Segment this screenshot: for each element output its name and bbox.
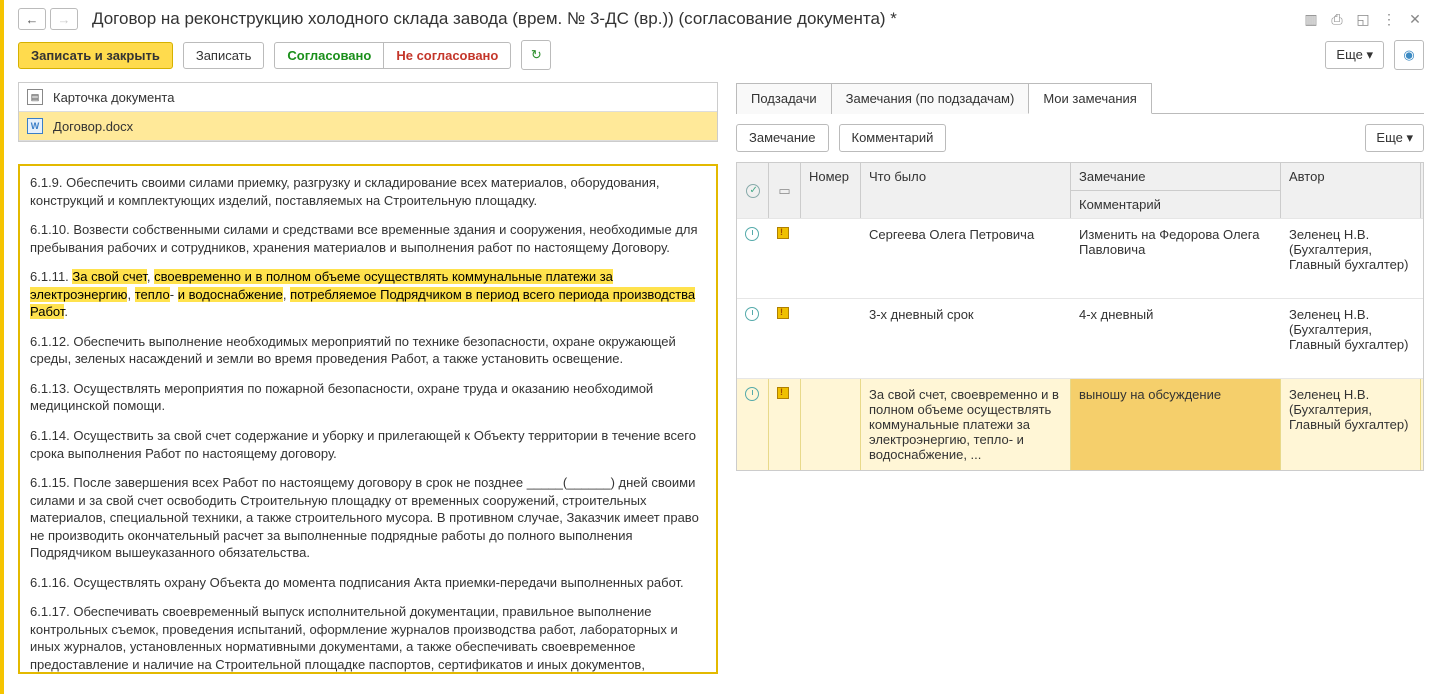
print-icon[interactable]: ⎙	[1328, 10, 1346, 28]
doc-para: 6.1.11. За свой счет, своевременно и в п…	[30, 268, 706, 321]
clock-icon	[745, 387, 759, 401]
flag-icon	[777, 387, 789, 399]
remark-button[interactable]: Замечание	[736, 124, 829, 152]
save-button[interactable]: Записать	[183, 42, 265, 69]
doc-para: 6.1.17. Обеспечивать своевременный выпус…	[30, 603, 706, 674]
col-what[interactable]: Что было	[861, 163, 1071, 218]
cell-what: Сергеева Олега Петровича	[861, 219, 1071, 298]
file-row-card[interactable]: ▤ Карточка документа	[19, 83, 717, 112]
clock-icon	[745, 307, 759, 321]
doc-para: 6.1.15. После завершения всех Работ по н…	[30, 474, 706, 562]
col-flag-icon[interactable]: ▭	[769, 163, 801, 218]
back-button[interactable]: ←	[18, 8, 46, 30]
doc-para: 6.1.13. Осуществлять мероприятия по пожа…	[30, 380, 706, 415]
flag-icon	[777, 307, 789, 319]
doc-para: 6.1.12. Обеспечить выполнение необходимы…	[30, 333, 706, 368]
remarks-grid: ✓ ▭ Номер Что было Замечание Комментарий…	[736, 162, 1424, 471]
table-row[interactable]: Сергеева Олега Петровича Изменить на Фед…	[737, 218, 1423, 298]
flag-icon	[777, 227, 789, 239]
file-row-doc[interactable]: W Договор.docx	[19, 112, 717, 141]
document-view[interactable]: 6.1.9. Обеспечить своими силами приемку,…	[18, 164, 718, 674]
col-comment[interactable]: Комментарий	[1071, 190, 1281, 218]
col-number[interactable]: Номер	[801, 163, 861, 218]
page-title: Договор на реконструкцию холодного склад…	[92, 9, 1302, 29]
file-label: Договор.docx	[53, 119, 133, 134]
cell-remark: 4-х дневный	[1071, 299, 1281, 378]
clock-icon	[745, 227, 759, 241]
cell-what: За свой счет, своевременно и в полном об…	[861, 379, 1071, 470]
cell-author: Зеленец Н.В. (Бухгалтерия, Главный бухга…	[1281, 379, 1421, 470]
tab-my-remarks[interactable]: Мои замечания	[1028, 83, 1152, 114]
more-icon[interactable]: ⋮	[1380, 10, 1398, 28]
refresh-button[interactable]: ↻	[521, 40, 551, 70]
col-check-icon[interactable]: ✓	[737, 163, 769, 218]
approved-button[interactable]: Согласовано	[274, 42, 384, 69]
close-icon[interactable]: ✕	[1406, 10, 1424, 28]
doc-para: 6.1.10. Возвести собственными силами и с…	[30, 221, 706, 256]
help-button[interactable]: ◉	[1394, 40, 1424, 70]
doc-para: 6.1.14. Осуществить за свой счет содержа…	[30, 427, 706, 462]
save-icon[interactable]: ▥	[1302, 10, 1320, 28]
preview-icon[interactable]: ◱	[1354, 10, 1372, 28]
save-close-button[interactable]: Записать и закрыть	[18, 42, 173, 69]
comment-button[interactable]: Комментарий	[839, 124, 947, 152]
cell-author: Зеленец Н.В. (Бухгалтерия, Главный бухга…	[1281, 299, 1421, 378]
right-more-dropdown[interactable]: Еще ▾	[1365, 124, 1424, 152]
tabs: Подзадачи Замечания (по подзадачам) Мои …	[736, 82, 1424, 114]
col-remark[interactable]: Замечание	[1071, 163, 1281, 190]
not-approved-button[interactable]: Не согласовано	[383, 42, 511, 69]
cell-remark: Изменить на Федорова Олега Павловича	[1071, 219, 1281, 298]
table-row[interactable]: 3-х дневный срок 4-х дневный Зеленец Н.В…	[737, 298, 1423, 378]
tab-remarks-sub[interactable]: Замечания (по подзадачам)	[831, 83, 1030, 114]
more-dropdown[interactable]: Еще ▾	[1325, 41, 1384, 69]
word-icon: W	[27, 118, 43, 134]
col-author[interactable]: Автор	[1281, 163, 1421, 218]
file-label: Карточка документа	[53, 90, 174, 105]
cell-what: 3-х дневный срок	[861, 299, 1071, 378]
forward-button[interactable]: →	[50, 8, 78, 30]
cell-remark: выношу на обсуждение	[1071, 379, 1281, 470]
table-row[interactable]: За свой счет, своевременно и в полном об…	[737, 378, 1423, 470]
doc-para: 6.1.9. Обеспечить своими силами приемку,…	[30, 174, 706, 209]
tab-subtasks[interactable]: Подзадачи	[736, 83, 832, 114]
file-list: ▤ Карточка документа W Договор.docx	[18, 82, 718, 142]
card-icon: ▤	[27, 89, 43, 105]
doc-para: 6.1.16. Осуществлять охрану Объекта до м…	[30, 574, 706, 592]
cell-author: Зеленец Н.В. (Бухгалтерия, Главный бухга…	[1281, 219, 1421, 298]
